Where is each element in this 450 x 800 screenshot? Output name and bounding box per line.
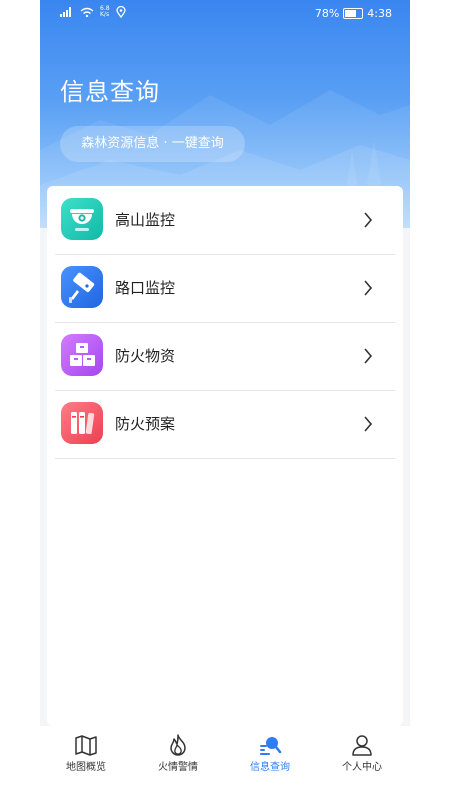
menu-item-label: 高山监控 [115,211,176,229]
cctv-camera-icon [61,266,103,308]
chevron-right-icon [364,416,373,432]
location-icon [115,6,126,18]
nav-item-info-query[interactable]: 信息查询 [224,734,316,784]
menu-item-fire-supplies[interactable]: 防火物资 [55,322,395,391]
nav-item-personal-center[interactable]: 个人中心 [316,734,408,784]
status-left: 6.8 K/s [60,6,126,18]
network-speed-unit: K/s [100,11,110,18]
chevron-right-icon [364,280,373,296]
bottom-nav: 地图概览 火情警情 信息查询 个人中心 [40,726,410,800]
flame-icon [170,734,186,756]
search-document-icon [260,737,282,755]
signal-icon [60,7,71,17]
person-icon [352,735,372,756]
menu-item-mountain-monitor[interactable]: 高山监控 [55,186,395,255]
menu-item-fire-plan[interactable]: 防火预案 [55,390,395,459]
battery-percent: 78% [314,7,340,20]
menu-item-label: 防火预案 [115,415,176,433]
status-right: 78% 4:38 [315,7,392,20]
wifi-icon [80,7,94,17]
boxes-icon [61,334,103,376]
menu-item-label: 路口监控 [115,279,176,297]
dome-camera-icon [61,198,103,240]
subtitle-pill: 森林资源信息 · 一键查询 [60,126,245,162]
status-bar: 6.8 K/s 78% 4:38 [40,0,410,28]
books-icon [61,402,103,444]
app-screen: 6.8 K/s 78% 4:38 信息查询 森林资源信息 · 一键查询 高山监控… [40,0,410,800]
menu-item-intersection-monitor[interactable]: 路口监控 [55,254,395,323]
nav-item-fire-alerts[interactable]: 火情警情 [132,734,224,784]
battery-fill [345,10,357,17]
menu-item-label: 防火物资 [115,347,176,365]
nav-label: 个人中心 [342,762,382,773]
menu-card: 高山监控 路口监控 防火物资 防火预案 [47,186,403,726]
nav-label: 火情警情 [158,762,198,773]
clock-time: 4:38 [367,7,392,20]
chevron-right-icon [364,212,373,228]
nav-item-map-overview[interactable]: 地图概览 [40,734,132,784]
nav-label: 信息查询 [250,762,290,773]
network-speed: 6.8 K/s [100,6,110,18]
battery-icon [343,8,364,19]
page-title: 信息查询 [60,78,160,106]
chevron-right-icon [364,348,373,364]
nav-label: 地图概览 [66,762,106,773]
map-icon [75,735,97,756]
